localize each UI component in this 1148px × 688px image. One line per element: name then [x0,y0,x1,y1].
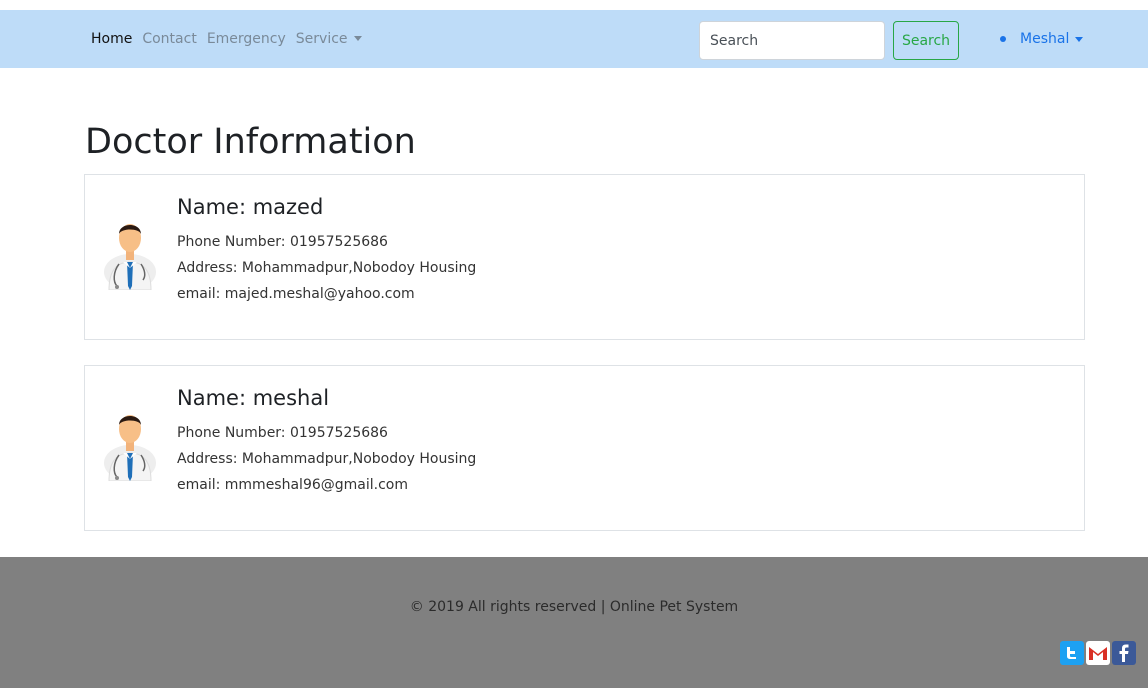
doctor-phone: Phone Number: 01957525686 [177,425,388,441]
chevron-down-icon [353,36,362,41]
bullet-icon [1000,36,1006,42]
nav-emergency-link[interactable]: Emergency [207,31,286,47]
footer-copyright: © 2019 All rights reserved | Online Pet … [409,599,739,615]
doctor-phone: Phone Number: 01957525686 [177,234,388,250]
chevron-down-icon [1075,36,1084,42]
doctor-avatar-icon [104,224,156,290]
doctor-card: Name: meshal Phone Number: 01957525686 A… [84,365,1085,531]
search-input[interactable] [699,21,885,60]
facebook-icon[interactable] [1112,641,1136,665]
doctor-email: email: majed.meshal@yahoo.com [177,286,415,302]
doctor-address: Address: Mohammadpur,Nobodoy Housing [177,260,477,276]
doctor-address: Address: Mohammadpur,Nobodoy Housing [177,451,477,467]
doctor-card-body: Name: meshal Phone Number: 01957525686 A… [177,386,476,498]
nav-contact-link[interactable]: Contact [142,31,196,47]
top-spacer [0,0,1148,10]
doctor-email: email: mmmeshal96@gmail.com [177,477,408,493]
user-name: Meshal [1020,31,1070,47]
doctor-name: Name: meshal [177,386,330,410]
nav-service-label: Service [295,31,348,47]
doctor-card: Name: mazed Phone Number: 01957525686 Ad… [84,174,1085,340]
doctor-avatar-icon [104,415,156,481]
navbar: Home Contact Emergency Service Search Me… [0,10,1148,68]
page-title: Doctor Information [85,122,416,162]
gmail-icon[interactable] [1086,641,1110,665]
user-dropdown[interactable]: Meshal [1000,10,1084,68]
social-links [1060,641,1136,665]
twitter-icon[interactable] [1060,641,1084,665]
search-button[interactable]: Search [893,21,959,60]
doctor-card-body: Name: mazed Phone Number: 01957525686 Ad… [177,195,476,307]
nav-home-link[interactable]: Home [91,31,132,47]
doctor-name: Name: mazed [177,195,324,219]
nav-service-dropdown[interactable]: Service [296,31,362,47]
footer: © 2019 All rights reserved | Online Pet … [0,557,1148,688]
nav-links: Home Contact Emergency Service [91,10,372,68]
